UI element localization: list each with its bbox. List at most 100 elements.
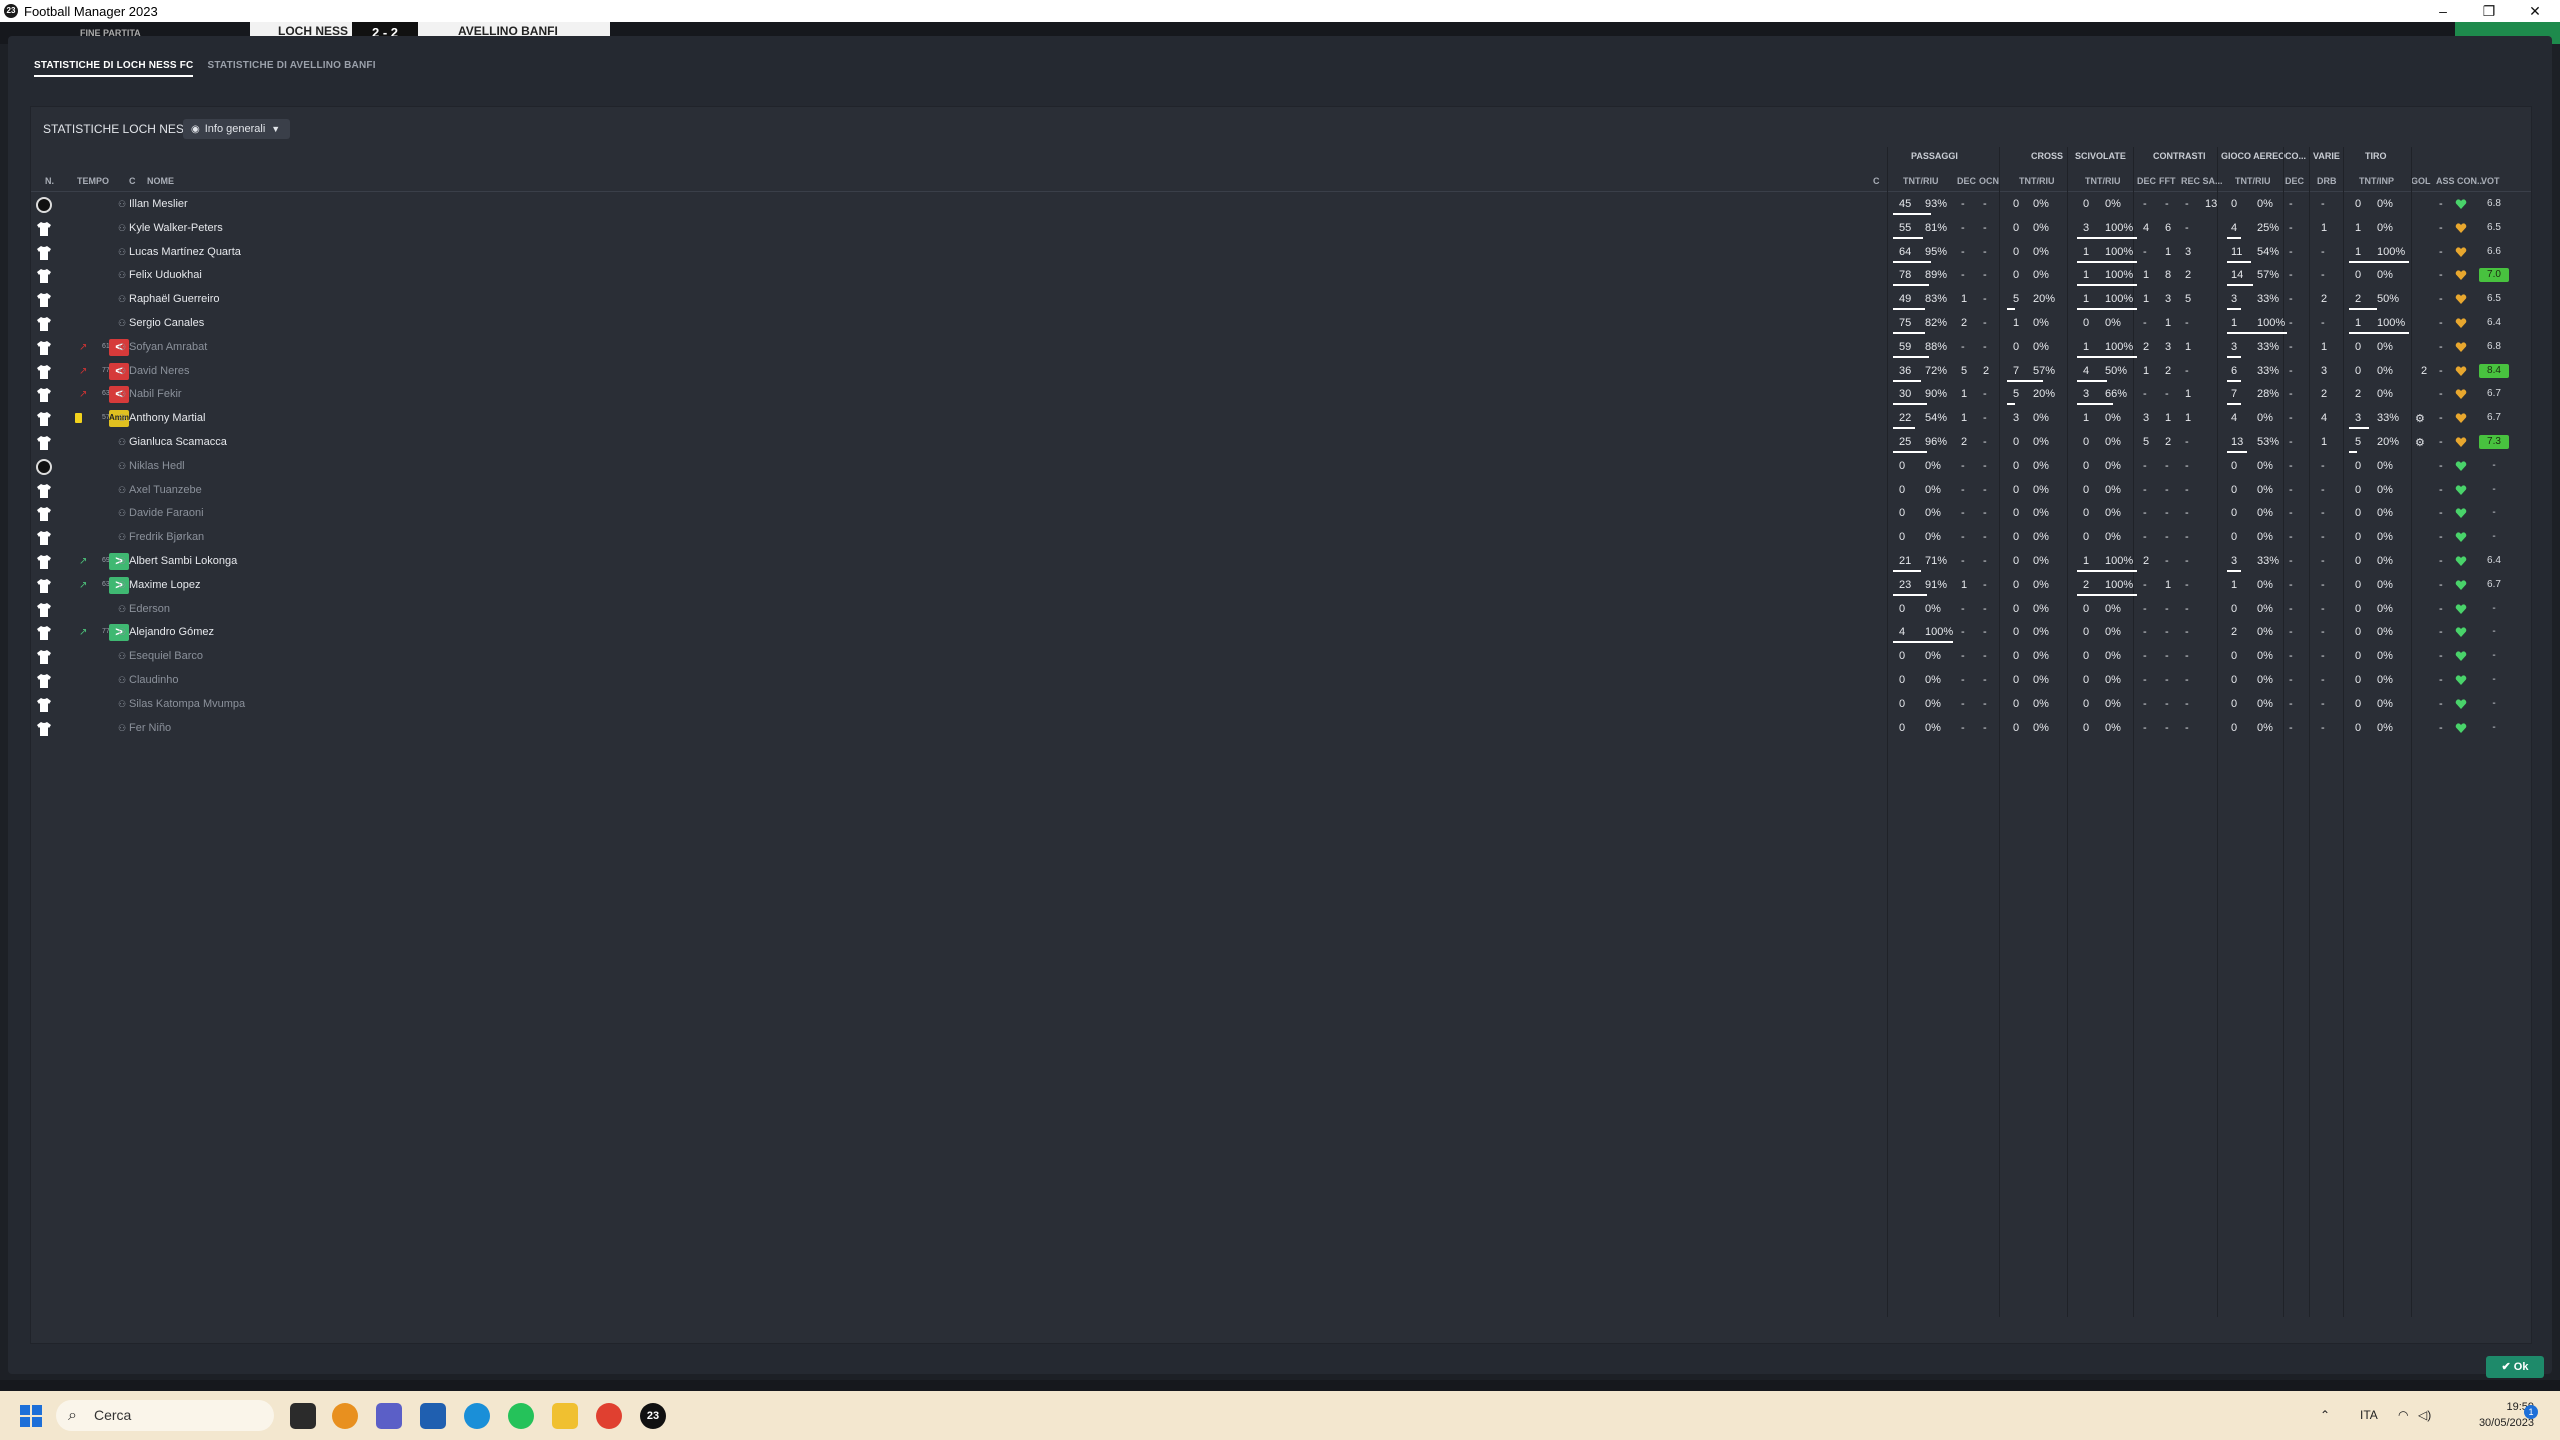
header-scivolate[interactable]: SCIVOLATE [2075, 151, 2126, 161]
player-profile-icon[interactable]: ⚇ [118, 437, 126, 448]
player-profile-icon[interactable]: ⚇ [118, 223, 126, 234]
table-row[interactable]: 57 Amm ⚇ Anthony Martial 22 54% 1-3 0% 1 0% 3 1 1 4 0%… [31, 407, 2531, 431]
col-gol[interactable]: GOL [2411, 176, 2431, 186]
player-profile-icon[interactable]: ⚇ [118, 675, 126, 686]
player-name[interactable]: Nabil Fekir [129, 388, 182, 400]
player-name[interactable]: Lucas Martínez Quarta [129, 246, 241, 258]
player-name[interactable]: Davide Faraoni [129, 507, 204, 519]
table-row[interactable]: ↗ 77 > ⚇ Alejandro Gómez 4 100% - -0 0% 0 0% - - -2 0% -… [31, 621, 2531, 645]
view-dropdown[interactable]: ◉ Info generali ▼ [183, 119, 291, 139]
col-nome[interactable]: NOME [147, 176, 174, 186]
player-profile-icon[interactable]: ⚇ [118, 389, 126, 400]
player-profile-icon[interactable]: ⚇ [118, 461, 126, 472]
table-row[interactable]: ↗ 77 < ⚇ David Neres 36 72% 5 2 7 57% 4 50% 1 2-6 33% -3… [31, 360, 2531, 384]
col-fft[interactable]: FFT [2159, 176, 2176, 186]
notification-badge[interactable]: 1 [2524, 1405, 2538, 1419]
player-name[interactable]: Sergio Canales [129, 317, 204, 329]
player-profile-icon[interactable]: ⚇ [118, 508, 126, 519]
player-profile-icon[interactable]: ⚇ [118, 532, 126, 543]
table-row[interactable]: ⚇ Esequiel Barco 0 0% - - 0 0% 0 0% - - - 0 0% - - 0 0% - - [31, 645, 2531, 669]
col-c[interactable]: C [129, 176, 136, 186]
player-profile-icon[interactable]: ⚇ [118, 627, 126, 638]
file-explorer-icon[interactable] [552, 1403, 578, 1429]
volume-icon[interactable]: ◁) [2418, 1408, 2431, 1422]
player-name[interactable]: Kyle Walker-Peters [129, 222, 223, 234]
wifi-icon[interactable]: ◠ [2398, 1408, 2408, 1422]
player-name[interactable]: Sofyan Amrabat [129, 341, 207, 353]
table-row[interactable]: ⚇ Kyle Walker-Peters 55 81% - -0 0% 3 100% 4 6-4 25… [31, 217, 2531, 241]
header-passaggi[interactable]: PASSAGGI [1911, 151, 1958, 161]
player-profile-icon[interactable]: ⚇ [118, 247, 126, 258]
col-drb[interactable]: DRB [2317, 176, 2337, 186]
col-pass-tnt[interactable]: TNT/RIU [1903, 176, 1939, 186]
table-row[interactable]: ⚇ Fredrik Bjørkan 0 0% - - 0 0% 0 0% - - - 0 0% - - 0 0% - - [31, 526, 2531, 550]
table-row[interactable]: ⚇ Ederson 0 0% - - 0 0% 0 0% - - - 0 0% - - 0 0% - - [31, 598, 2531, 622]
col-n[interactable]: N. [45, 176, 54, 186]
col-ocn[interactable]: OCN [1979, 176, 1999, 186]
header-gioco-aereo[interactable]: GIOCO AEREO [2221, 151, 2285, 161]
table-row[interactable]: ⚇ Raphaël Guerreiro 49 83% 1-5 20% 1 100% 1 3 5 3 33… [31, 288, 2531, 312]
player-name[interactable]: Gianluca Scamacca [129, 436, 227, 448]
player-profile-icon[interactable]: ⚇ [118, 651, 126, 662]
windows-start-icon[interactable] [18, 1403, 44, 1429]
player-profile-icon[interactable]: ⚇ [118, 199, 126, 210]
player-name[interactable]: Fredrik Bjørkan [129, 531, 204, 543]
player-name[interactable]: Albert Sambi Lokonga [129, 555, 237, 567]
player-name[interactable]: Maxime Lopez [129, 579, 201, 591]
tab-avellino-stats[interactable]: STATISTICHE DI AVELLINO BANFI [207, 60, 375, 77]
player-name[interactable]: Claudinho [129, 674, 179, 686]
player-name[interactable]: Illan Meslier [129, 198, 188, 210]
tab-loch-ness-stats[interactable]: STATISTICHE DI LOCH NESS FC [34, 60, 194, 77]
table-row[interactable]: ⚇ Claudinho 0 0% - - 0 0% 0 0% - - - 0 0% - - 0 0% - - [31, 669, 2531, 693]
col-aereo-tnt[interactable]: TNT/RIU [2235, 176, 2271, 186]
col-cross-tnt[interactable]: TNT/RIU [2019, 176, 2055, 186]
football-manager-icon[interactable]: 23 [640, 1403, 666, 1429]
chrome-icon[interactable] [596, 1403, 622, 1429]
chevron-up-icon[interactable]: ⌃ [2320, 1408, 2330, 1422]
col-tempo[interactable]: TEMPO [77, 176, 109, 186]
language-indicator[interactable]: ITA [2360, 1408, 2378, 1422]
player-profile-icon[interactable]: ⚇ [118, 413, 126, 424]
player-profile-icon[interactable]: ⚇ [118, 294, 126, 305]
col-tiro-tnt[interactable]: TNT/INP [2359, 176, 2394, 186]
player-profile-icon[interactable]: ⚇ [118, 366, 126, 377]
player-profile-icon[interactable]: ⚇ [118, 318, 126, 329]
table-row[interactable]: ⚇ Sergio Canales 75 82% 2-1 0% 0 0% -1-1 100% - -1 1… [31, 312, 2531, 336]
table-row[interactable]: ↗ 63 > ⚇ Maxime Lopez 23 91% 1-0 0% 2 100% -1-1 0% - -… [31, 574, 2531, 598]
clock[interactable]: 19:59 30/05/2023 [2448, 1399, 2534, 1431]
table-row[interactable]: ⚇ Lucas Martínez Quarta 64 95% - -0 0% 1 100% -1 3… [31, 241, 2531, 265]
player-name[interactable]: Silas Katompa Mvumpa [129, 698, 245, 710]
player-name[interactable]: Axel Tuanzebe [129, 484, 202, 496]
player-profile-icon[interactable]: ⚇ [118, 270, 126, 281]
edge-icon[interactable] [464, 1403, 490, 1429]
col-c2[interactable]: C [1873, 176, 1880, 186]
ok-button[interactable]: ✔ Ok [2486, 1356, 2544, 1378]
table-row[interactable]: ⚇ Axel Tuanzebe 0 0% - - 0 0% 0 0% - - - 0 0% - - 0 0% - - [31, 479, 2531, 503]
table-row[interactable]: ⚇ Niklas Hedl 0 0% - - 0 0% 0 0% - - - 0 0% - - 0 0% - - [31, 455, 2531, 479]
player-profile-icon[interactable]: ⚇ [118, 699, 126, 710]
player-profile-icon[interactable]: ⚇ [118, 342, 126, 353]
table-row[interactable]: ⚇ Fer Niño 0 0% - - 0 0% 0 0% - - - 0 0% - - 0 0% - - [31, 717, 2531, 741]
player-profile-icon[interactable]: ⚇ [118, 485, 126, 496]
header-varie[interactable]: VARIE [2313, 151, 2340, 161]
table-row[interactable]: ⚇ Silas Katompa Mvumpa 0 0% - - 0 0% 0 0% - - - 0 0% - -… [31, 693, 2531, 717]
player-name[interactable]: Esequiel Barco [129, 650, 203, 662]
taskbar-search-input[interactable]: ⌕ Cerca [56, 1400, 274, 1431]
header-tiro[interactable]: TIRO [2365, 151, 2387, 161]
close-button[interactable]: ✕ [2512, 0, 2558, 22]
player-name[interactable]: Ederson [129, 603, 170, 615]
widgets-icon[interactable] [332, 1403, 358, 1429]
table-row[interactable]: ⚇ Gianluca Scamacca 25 96% 2-0 0% 0 0% 5 2-13 53% -… [31, 431, 2531, 455]
table-row[interactable]: ⚇ Davide Faraoni 0 0% - - 0 0% 0 0% - - - 0 0% - - 0 0% - - [31, 502, 2531, 526]
whatsapp-icon[interactable] [508, 1403, 534, 1429]
player-profile-icon[interactable]: ⚇ [118, 604, 126, 615]
col-sciv-tnt[interactable]: TNT/RIU [2085, 176, 2121, 186]
player-name[interactable]: Felix Uduokhai [129, 269, 202, 281]
header-cross[interactable]: CROSS [2031, 151, 2063, 161]
player-name[interactable]: David Neres [129, 365, 190, 377]
table-row[interactable]: ⚇ Felix Uduokhai 78 89% - -0 0% 1 100% 1 8 2 14 57% - -… [31, 264, 2531, 288]
table-row[interactable]: ↗ 63 < ⚇ Nabil Fekir 30 90% 1-5 20% 3 66% - -1 7 28% -2… [31, 383, 2531, 407]
player-profile-icon[interactable]: ⚇ [118, 556, 126, 567]
col-vot[interactable]: VOT [2481, 176, 2500, 186]
store-icon[interactable] [420, 1403, 446, 1429]
